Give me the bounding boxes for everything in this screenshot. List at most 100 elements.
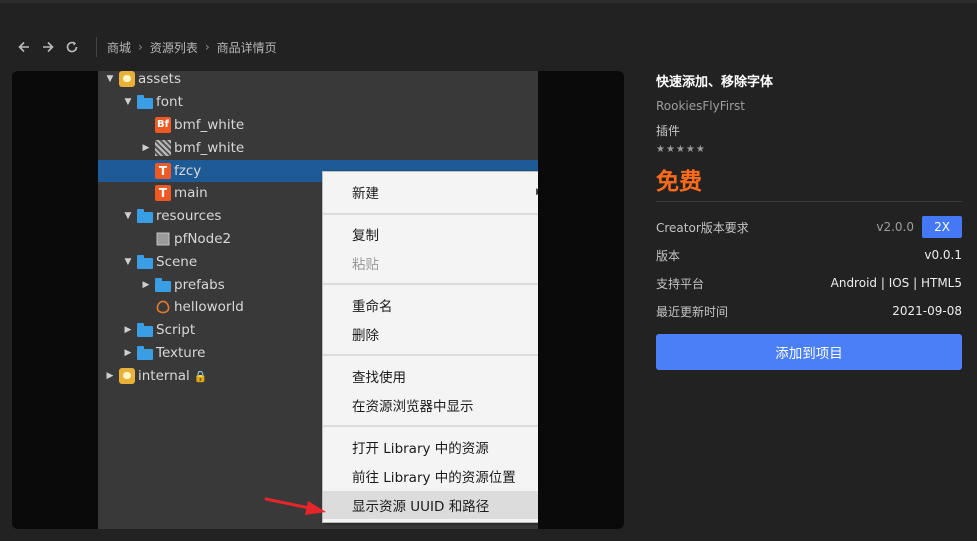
menu-divider [323,354,538,356]
database-icon [119,71,135,87]
toolbar-divider [96,37,97,57]
tree-item-font: ▼ font [98,91,538,113]
menu-item-goto-library: 前往 Library 中的资源位置 [323,462,538,490]
tree-item-bmf-white-texture: ▶ bmf_white [98,137,538,159]
product-author[interactable]: RookiesFlyFirst [656,99,962,115]
menu-divider [323,283,538,285]
breadcrumb-item-resource-list[interactable]: 资源列表 [150,39,198,56]
menu-item-new: 新建 ▶ [323,178,538,206]
tree-label: Texture [156,345,206,361]
tree-label: pfNode2 [174,231,232,247]
caret-down-icon: ▼ [124,257,132,267]
folder-icon [137,255,153,269]
folder-icon [137,323,153,337]
breadcrumb-item-mall[interactable]: 商城 [107,39,131,56]
scene-icon [156,300,170,314]
tree-label: assets [138,71,181,87]
menu-label: 删除 [352,328,379,344]
creator-version-label: Creator版本要求 [656,220,749,235]
toolbar: 商城 › 资源列表 › 商品详情页 [0,34,977,60]
folder-icon [137,346,153,360]
menu-divider [323,425,538,427]
menu-item-show-uuid: 显示资源 UUID 和路径 [323,491,538,519]
menu-label: 查找使用 [352,370,406,386]
divider [656,201,962,202]
tree-label: fzcy [174,163,202,179]
product-category: 插件 [656,124,681,138]
context-menu: 新建 ▶ 复制 粘贴 重命名 删除 查找使用 在资源浏览器中显示 [322,171,538,523]
arrow-left-icon[interactable] [12,35,36,59]
caret-down-icon: ▼ [124,97,132,107]
product-price: 免费 [656,169,702,195]
platform-label: 支持平台 [656,276,705,291]
tree-label: prefabs [174,277,225,293]
ttf-font-icon: T [155,163,171,179]
breadcrumb: 商城 › 资源列表 › 商品详情页 [107,39,277,56]
tree-item-bmf-white: Bf bmf_white [98,114,538,136]
tree-label: internal [138,368,190,384]
submenu-arrow-icon: ▶ [536,187,538,197]
creator-version-value: v2.0.0 [876,220,914,234]
tree-item-assets: ▼ assets [98,71,538,90]
menu-label: 粘贴 [352,257,379,273]
platform-row: 支持平台 Android | IOS | HTML5 [656,269,962,297]
breadcrumb-item-product-detail: 商品详情页 [216,40,277,55]
caret-right-icon: ▶ [142,143,150,153]
caret-right-icon: ▶ [124,325,132,335]
chevron-right-icon: › [138,40,143,54]
creator-version-badge: 2X [922,216,962,238]
tree-label: bmf_white [174,117,245,133]
menu-item-copy: 复制 [323,220,538,248]
asset-tree-panel: ▼ assets ▼ font Bf bmf_white ▶ bmf_white… [98,71,538,529]
updated-label: 最近更新时间 [656,304,729,319]
folder-icon [137,209,153,223]
menu-label: 在资源浏览器中显示 [352,399,474,415]
add-to-project-button[interactable]: 添加到项目 [656,334,962,370]
creator-version-row: Creator版本要求 v2.0.0 2X [656,213,962,241]
menu-label: 复制 [352,228,379,244]
folder-icon [155,278,171,292]
product-title: 快速添加、移除字体 [656,75,774,90]
folder-icon [137,95,153,109]
arrow-right-icon[interactable] [36,35,60,59]
version-row: 版本 v0.0.1 [656,241,962,269]
tree-label: main [174,185,208,201]
tree-label: resources [156,208,222,224]
rating-stars-icon: ★★★★★ [656,144,706,155]
caret-right-icon: ▶ [142,280,150,290]
updated-row: 最近更新时间 2021-09-08 [656,297,962,325]
menu-label: 新建 [352,186,379,202]
tree-label: Scene [156,254,198,270]
product-info-panel: 快速添加、移除字体 RookiesFlyFirst 插件 ★★★★★ 免费 Cr… [656,71,962,370]
menu-item-delete: 删除 [323,320,538,348]
texture-icon [155,140,171,156]
platform-value: Android | IOS | HTML5 [830,276,962,290]
database-icon [119,368,135,384]
menu-item-paste: 粘贴 [323,249,538,277]
tree-label: helloworld [174,299,244,315]
menu-label: 重命名 [352,299,393,315]
version-value: v0.0.1 [924,248,962,262]
menu-item-show-in-explorer: 在资源浏览器中显示 [323,391,538,419]
caret-down-icon: ▼ [106,74,114,84]
tree-label: font [156,94,183,110]
menu-item-rename: 重命名 [323,291,538,319]
prefab-icon [156,232,170,246]
ttf-font-icon: T [155,185,171,201]
menu-item-open-library: 打开 Library 中的资源 [323,433,538,461]
tree-label: Script [156,322,196,338]
menu-label: 显示资源 UUID 和路径 [352,499,490,515]
tree-label: bmf_white [174,140,245,156]
preview-image: ▼ assets ▼ font Bf bmf_white ▶ bmf_white… [12,71,624,529]
menu-label: 打开 Library 中的资源 [352,441,489,457]
bitmap-font-icon: Bf [155,117,171,133]
menu-item-find-usages: 查找使用 [323,362,538,390]
caret-right-icon: ▶ [106,371,114,381]
version-label: 版本 [656,248,681,263]
menu-label: 前往 Library 中的资源位置 [352,470,516,486]
caret-down-icon: ▼ [124,211,132,221]
red-arrow-annotation [264,497,326,515]
caret-right-icon: ▶ [124,348,132,358]
refresh-icon[interactable] [60,35,84,59]
top-border [0,0,977,3]
